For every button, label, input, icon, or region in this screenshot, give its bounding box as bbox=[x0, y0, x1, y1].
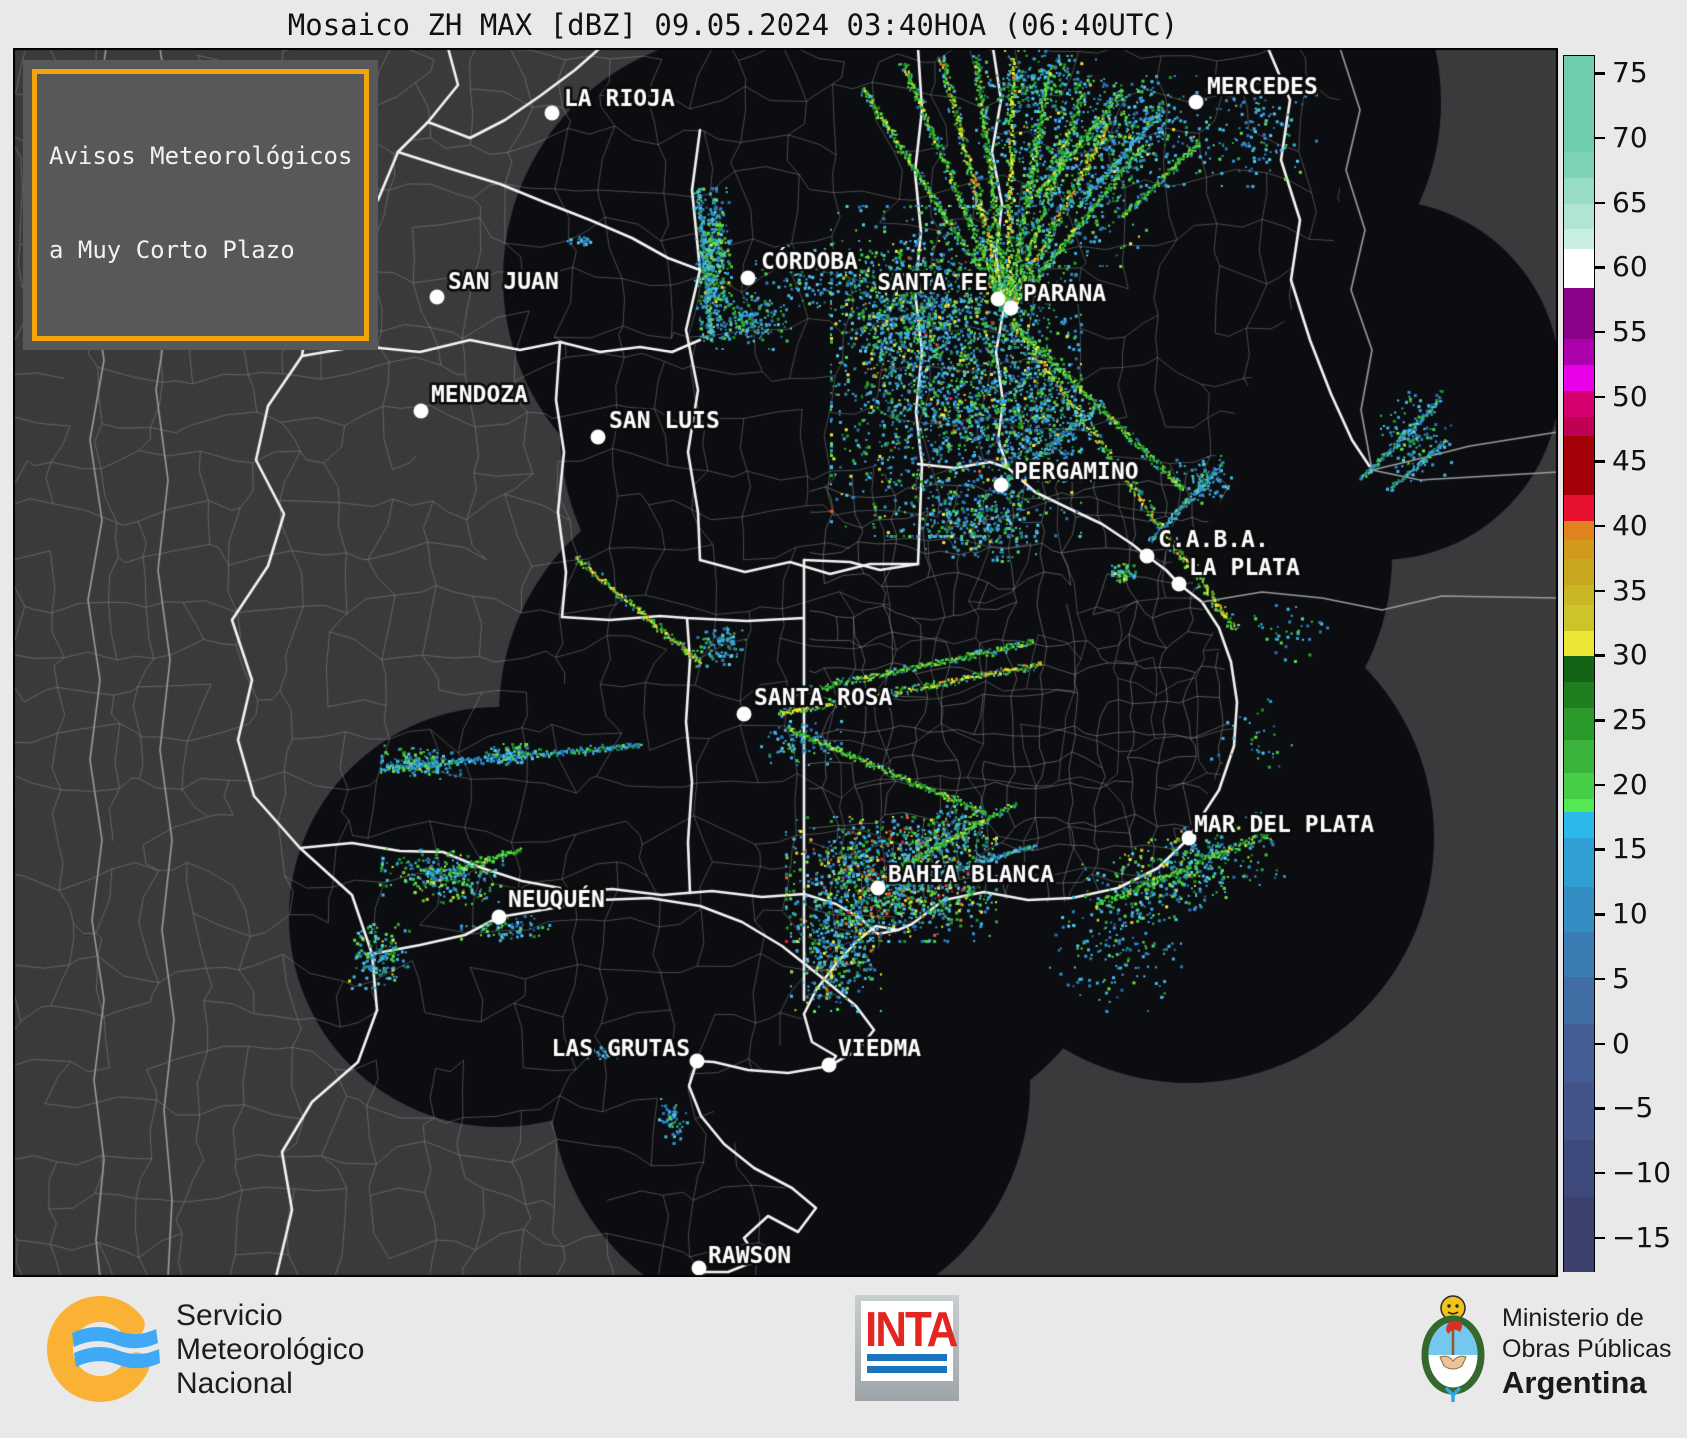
colorbar-tick-label: 45 bbox=[1612, 444, 1648, 478]
colorbar-segment bbox=[1564, 585, 1594, 606]
colorbar-tick-label: 75 bbox=[1612, 55, 1648, 89]
colorbar-segment bbox=[1564, 365, 1594, 392]
colorbar-tick-mark bbox=[1595, 719, 1605, 722]
colorbar-tick-label: 30 bbox=[1612, 638, 1648, 672]
colorbar-tick-label: 50 bbox=[1612, 379, 1648, 413]
colorbar-tick-mark bbox=[1595, 913, 1605, 916]
colorbar-tick-label: 40 bbox=[1612, 508, 1648, 542]
radar-map: Avisos Meteorológicos a Muy Corto Plazo bbox=[13, 48, 1558, 1277]
footer: Servicio Meteorológico Nacional INTA Min bbox=[0, 1277, 1687, 1438]
colorbar-tick-mark bbox=[1595, 1236, 1605, 1240]
colorbar-segment bbox=[1564, 1140, 1594, 1198]
colorbar-segment bbox=[1564, 886, 1594, 933]
colorbar-segment bbox=[1564, 339, 1594, 366]
colorbar-dbz bbox=[1563, 55, 1595, 1272]
colorbar-segment bbox=[1564, 151, 1594, 179]
colorbar-segment bbox=[1564, 417, 1594, 437]
colorbar-segment bbox=[1564, 837, 1594, 888]
smn-line2: Meteorológico bbox=[176, 1333, 365, 1367]
colorbar-segment bbox=[1564, 559, 1594, 586]
ministerio-line3: Argentina bbox=[1502, 1365, 1647, 1400]
inta-wordmark: INTA bbox=[865, 1302, 958, 1358]
colorbar-segment bbox=[1564, 391, 1594, 418]
colorbar-segment bbox=[1564, 656, 1594, 683]
colorbar-segment bbox=[1564, 604, 1594, 632]
colorbar-tick-label: 60 bbox=[1612, 250, 1648, 284]
inta-bar-bottom bbox=[867, 1365, 947, 1373]
colorbar-tick-mark bbox=[1595, 524, 1605, 528]
colorbar-tick-label: −10 bbox=[1612, 1155, 1672, 1189]
page-title: Mosaico ZH MAX [dBZ] 09.05.2024 03:40HOA… bbox=[287, 8, 1179, 42]
colorbar-segment bbox=[1564, 977, 1594, 1025]
colorbar-segment bbox=[1564, 520, 1594, 541]
colorbar-segment bbox=[1564, 1082, 1594, 1141]
colorbar-segment bbox=[1564, 539, 1594, 560]
colorbar-tick-mark bbox=[1595, 1171, 1605, 1175]
inta-logo: INTA bbox=[855, 1295, 959, 1401]
ministerio-wordmark: Ministerio de Obras Públicas Argentina bbox=[1502, 1303, 1672, 1401]
colorbar-tick-mark bbox=[1595, 1042, 1605, 1046]
colorbar-segment bbox=[1564, 630, 1594, 657]
colorbar-tick-label: 65 bbox=[1612, 185, 1648, 219]
colorbar-tick-label: 35 bbox=[1612, 573, 1648, 607]
smn-line3: Nacional bbox=[176, 1367, 293, 1401]
colorbar-segment bbox=[1564, 1197, 1594, 1272]
ministerio-line2: Obras Públicas bbox=[1502, 1334, 1672, 1363]
colorbar-tick-mark bbox=[1595, 783, 1605, 787]
colorbar-segment bbox=[1564, 811, 1594, 839]
colorbar-tick-mark bbox=[1595, 589, 1605, 593]
colorbar-tick-mark bbox=[1595, 266, 1605, 269]
colorbar-segment bbox=[1564, 229, 1594, 250]
radar-mosaic-page: Mosaico ZH MAX [dBZ] 09.05.2024 03:40HOA… bbox=[0, 0, 1687, 1438]
colorbar-tick-label: −5 bbox=[1612, 1091, 1654, 1125]
colorbar-tick-mark bbox=[1595, 136, 1605, 140]
colorbar-tick-mark bbox=[1595, 330, 1605, 334]
colorbar-segment bbox=[1564, 494, 1594, 522]
ministerio-line1: Ministerio de bbox=[1502, 1304, 1644, 1332]
colorbar-segment bbox=[1564, 682, 1594, 709]
colorbar-segment bbox=[1564, 1023, 1594, 1083]
colorbar-tick-mark bbox=[1595, 460, 1605, 463]
alerts-banner-line1: Avisos Meteorológicos bbox=[49, 142, 353, 171]
smn-wordmark: Servicio Meteorológico Nacional bbox=[176, 1299, 364, 1402]
colorbar-tick-label: 20 bbox=[1612, 767, 1648, 801]
colorbar-tick-mark bbox=[1595, 201, 1605, 204]
colorbar-segment bbox=[1564, 740, 1594, 774]
colorbar-segment bbox=[1564, 708, 1594, 742]
colorbar-tick-label: 10 bbox=[1612, 896, 1648, 930]
colorbar-segment bbox=[1564, 931, 1594, 978]
colorbar-tick-label: 70 bbox=[1612, 120, 1648, 154]
colorbar-tick-label: 25 bbox=[1612, 702, 1648, 736]
colorbar-segment bbox=[1564, 287, 1594, 340]
colorbar-segment bbox=[1564, 436, 1594, 496]
colorbar-segment bbox=[1564, 56, 1594, 153]
argentina-coat-of-arms-icon bbox=[1421, 1295, 1485, 1402]
colorbar-tick-mark bbox=[1595, 395, 1605, 399]
colorbar-segment bbox=[1564, 772, 1594, 800]
colorbar-tick-label: 15 bbox=[1612, 832, 1648, 866]
alerts-banner-line2: a Muy Corto Plazo bbox=[49, 235, 295, 264]
colorbar-tick-label: 55 bbox=[1612, 314, 1648, 348]
colorbar-segment bbox=[1564, 798, 1594, 813]
colorbar-tick-label: 5 bbox=[1612, 961, 1630, 995]
colorbar-segment bbox=[1564, 203, 1594, 230]
colorbar-tick-label: 0 bbox=[1612, 1026, 1630, 1060]
colorbar-tick-mark bbox=[1595, 1107, 1605, 1110]
colorbar-tick-mark bbox=[1595, 977, 1605, 981]
colorbar-segment bbox=[1564, 248, 1594, 289]
smn-logo-icon bbox=[47, 1296, 160, 1402]
colorbar-tick-label: −15 bbox=[1612, 1220, 1672, 1254]
colorbar-tick-mark bbox=[1595, 654, 1605, 657]
smn-line1: Servicio bbox=[176, 1299, 283, 1332]
colorbar-tick-mark bbox=[1595, 848, 1605, 851]
colorbar-segment bbox=[1564, 177, 1594, 205]
colorbar-tick-mark bbox=[1595, 72, 1605, 75]
alerts-banner[interactable]: Avisos Meteorológicos a Muy Corto Plazo bbox=[23, 60, 379, 350]
